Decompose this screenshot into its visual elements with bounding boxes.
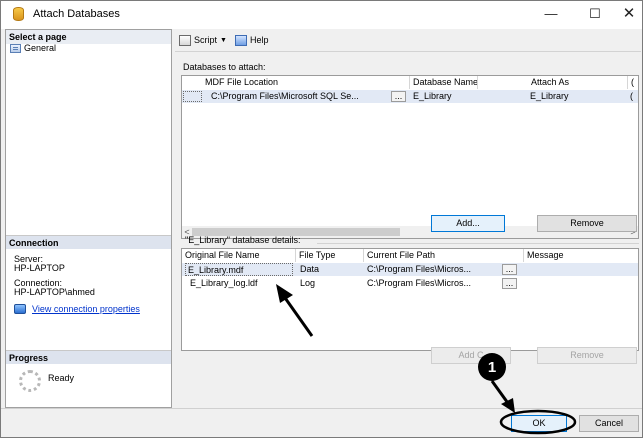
browse-path-button[interactable]: ...: [502, 278, 517, 289]
help-label: Help: [249, 35, 269, 45]
connection-header: Connection: [6, 235, 171, 249]
column-header-attach-as[interactable]: Attach As: [528, 76, 628, 89]
details-grid-header: Original File Name File Type Current Fil…: [182, 249, 638, 262]
table-row[interactable]: E_Library_log.ldf Log C:\Program Files\M…: [182, 277, 638, 290]
progress-header: Progress: [6, 350, 171, 364]
table-row[interactable]: C:\Program Files\Microsoft SQL Se... ...…: [182, 90, 638, 103]
column-header-file-type[interactable]: File Type: [296, 249, 364, 262]
progress-spinner-icon: [19, 370, 41, 392]
toolbar: Script ▼ Help: [175, 29, 641, 51]
column-header-overflow: (: [631, 77, 634, 87]
progress-status: Ready: [48, 373, 75, 383]
add-catalog-button[interactable]: Add C: [431, 347, 511, 364]
page-icon: [10, 43, 21, 53]
databases-to-attach-label: Databases to attach:: [183, 62, 266, 72]
attach-databases-window: Attach Databases — ☐ ✕ Select a page Gen…: [0, 0, 643, 438]
connection-info: Connection: HP-LAPTOP\ahmed: [14, 279, 95, 297]
minimize-button[interactable]: —: [535, 5, 567, 23]
overflow-cell: (: [630, 91, 633, 101]
original-file-name-cell: E_Library_log.ldf: [190, 278, 258, 288]
script-icon: [179, 34, 191, 46]
window-title: Attach Databases: [33, 8, 120, 20]
title-bar[interactable]: Attach Databases — ☐ ✕: [1, 1, 642, 29]
table-row[interactable]: E_Library.mdf Data C:\Program Files\Micr…: [182, 263, 638, 276]
close-button[interactable]: ✕: [613, 5, 643, 23]
maximize-button[interactable]: ☐: [579, 5, 611, 23]
attach-as-cell[interactable]: E_Library: [530, 90, 626, 103]
help-button[interactable]: Help: [234, 34, 269, 46]
database-details-label: "E_Library" database details:: [185, 235, 301, 245]
sidebar-item-general[interactable]: General: [10, 43, 56, 53]
current-file-path-cell: C:\Program Files\Micros...: [367, 264, 472, 274]
database-details-grid[interactable]: Original File Name File Type Current Fil…: [181, 248, 639, 351]
current-file-path-cell: C:\Program Files\Micros...: [367, 278, 472, 288]
details-divider: [317, 243, 639, 244]
connection-value: HP-LAPTOP\ahmed: [14, 287, 95, 297]
sidebar-item-label: General: [24, 43, 57, 53]
row-selector[interactable]: [183, 91, 202, 102]
add-database-button[interactable]: Add...: [431, 215, 505, 232]
network-icon: [14, 304, 26, 314]
browse-path-button[interactable]: ...: [502, 264, 517, 275]
file-type-cell: Data: [300, 264, 320, 274]
original-file-name-cell: E_Library.mdf: [185, 263, 293, 276]
script-label: Script: [194, 35, 218, 45]
remove-database-button[interactable]: Remove: [537, 215, 637, 232]
view-connection-properties-link[interactable]: View connection properties: [14, 304, 140, 314]
chevron-down-icon[interactable]: ▼: [220, 37, 227, 44]
file-type-cell: Log: [300, 278, 316, 288]
main-panel: Script ▼ Help Databases to attach: MDF F…: [175, 29, 641, 408]
column-header-current-file-path[interactable]: Current File Path: [364, 249, 524, 262]
help-icon: [234, 34, 247, 46]
column-header-message[interactable]: Message: [524, 249, 638, 262]
sidebar: Select a page General Connection Server:…: [5, 29, 172, 408]
ok-button[interactable]: OK: [511, 415, 567, 432]
database-icon: [13, 7, 24, 21]
column-header-original-file-name[interactable]: Original File Name: [182, 249, 296, 262]
column-header-database-name[interactable]: Database Name: [410, 76, 478, 89]
database-name-cell[interactable]: E_Library: [413, 90, 513, 103]
select-page-header: Select a page: [6, 30, 171, 44]
toolbar-divider: [175, 51, 641, 52]
footer-divider: [1, 408, 642, 409]
cancel-button[interactable]: Cancel: [579, 415, 639, 432]
column-header-mdf-location[interactable]: MDF File Location: [202, 76, 410, 89]
databases-grid-header: MDF File Location Database Name Attach A…: [182, 76, 638, 89]
server-value: HP-LAPTOP: [14, 263, 65, 273]
script-button[interactable]: Script ▼: [179, 34, 227, 46]
view-connection-properties-label: View connection properties: [32, 304, 140, 314]
server-info: Server: HP-LAPTOP: [14, 255, 65, 273]
remove-file-button[interactable]: Remove: [537, 347, 637, 364]
browse-mdf-button[interactable]: ...: [391, 91, 406, 102]
mdf-location-cell: C:\Program Files\Microsoft SQL Se...: [211, 91, 359, 101]
